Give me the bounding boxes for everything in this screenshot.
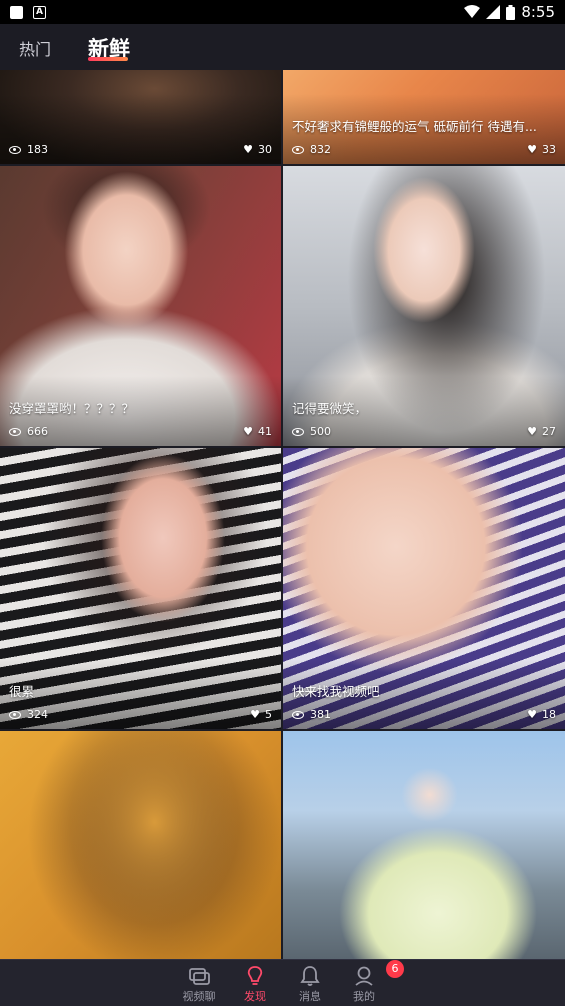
video-grid: 183 ♥ 30 不好奢求有锦鲤般的运气 砥砺前行 待遇有... 832 ♥ 3… <box>0 70 565 959</box>
video-card[interactable] <box>283 731 565 959</box>
eye-icon <box>9 427 21 436</box>
video-card[interactable]: 记得要微笑， 500 ♥ 27 <box>283 166 565 446</box>
eye-icon <box>292 427 304 436</box>
video-card[interactable]: 没穿罩罩哟！？？？？ 666 ♥ 41 <box>0 166 281 446</box>
like-count: ♥ 18 <box>527 708 556 721</box>
eye-icon <box>9 710 21 719</box>
battery-icon <box>506 4 516 20</box>
notification-icon <box>10 5 23 19</box>
message-badge: 6 <box>386 960 404 978</box>
lightbulb-icon <box>247 966 263 985</box>
bottom-nav: 视频聊 发现 消息 我的 6 <box>0 959 565 1006</box>
eye-icon <box>9 145 21 154</box>
bell-icon <box>300 966 320 986</box>
card-caption: 很累 <box>9 684 35 699</box>
heart-icon: ♥ <box>527 708 537 721</box>
card-caption: 记得要微笑， <box>292 401 368 416</box>
like-count: ♥ 5 <box>250 708 272 721</box>
heart-icon: ♥ <box>250 708 260 721</box>
nav-profile[interactable]: 我的 <box>336 962 392 1004</box>
video-card[interactable]: 快来找我视频吧 381 ♥ 18 <box>283 448 565 729</box>
eye-icon <box>292 145 304 154</box>
active-tab-indicator <box>88 57 128 61</box>
status-time: 8:55 <box>521 3 555 21</box>
like-count: ♥ 41 <box>243 425 272 438</box>
like-count: ♥ 27 <box>527 425 556 438</box>
nav-discover[interactable]: 发现 <box>227 962 283 1004</box>
video-card[interactable]: 很累 324 ♥ 5 <box>0 448 281 729</box>
heart-icon: ♥ <box>527 143 537 156</box>
user-icon <box>355 966 373 986</box>
heart-icon: ♥ <box>527 425 537 438</box>
card-caption: 快来找我视频吧 <box>292 684 380 699</box>
view-count: 500 <box>292 425 331 438</box>
video-card[interactable]: 不好奢求有锦鲤般的运气 砥砺前行 待遇有... 832 ♥ 33 <box>283 70 565 164</box>
nav-video-chat[interactable]: 视频聊 <box>171 962 227 1004</box>
video-chat-icon <box>189 968 210 985</box>
wifi-icon <box>464 5 481 18</box>
video-card[interactable]: 183 ♥ 30 <box>0 70 281 164</box>
view-count: 324 <box>9 708 48 721</box>
like-count: ♥ 30 <box>243 143 272 156</box>
card-thumbnail <box>0 731 281 959</box>
card-caption: 没穿罩罩哟！？？？？ <box>9 401 135 416</box>
view-count: 832 <box>292 143 331 156</box>
heart-icon: ♥ <box>243 143 253 156</box>
signal-icon <box>486 5 501 19</box>
eye-icon <box>292 710 304 719</box>
view-count: 666 <box>9 425 48 438</box>
like-count: ♥ 33 <box>527 143 556 156</box>
heart-icon: ♥ <box>243 425 253 438</box>
tab-hot[interactable]: 热门 <box>19 36 51 60</box>
view-count: 381 <box>292 708 331 721</box>
top-tabs: 热门 新鲜 <box>0 24 565 70</box>
view-count: 183 <box>9 143 48 156</box>
app-notification-icon: A <box>33 5 46 19</box>
video-card[interactable] <box>0 731 281 959</box>
card-thumbnail <box>283 731 565 959</box>
nav-messages[interactable]: 消息 <box>282 962 338 1004</box>
status-bar: A 8:55 <box>0 0 565 24</box>
card-caption: 不好奢求有锦鲤般的运气 砥砺前行 待遇有... <box>292 119 537 134</box>
